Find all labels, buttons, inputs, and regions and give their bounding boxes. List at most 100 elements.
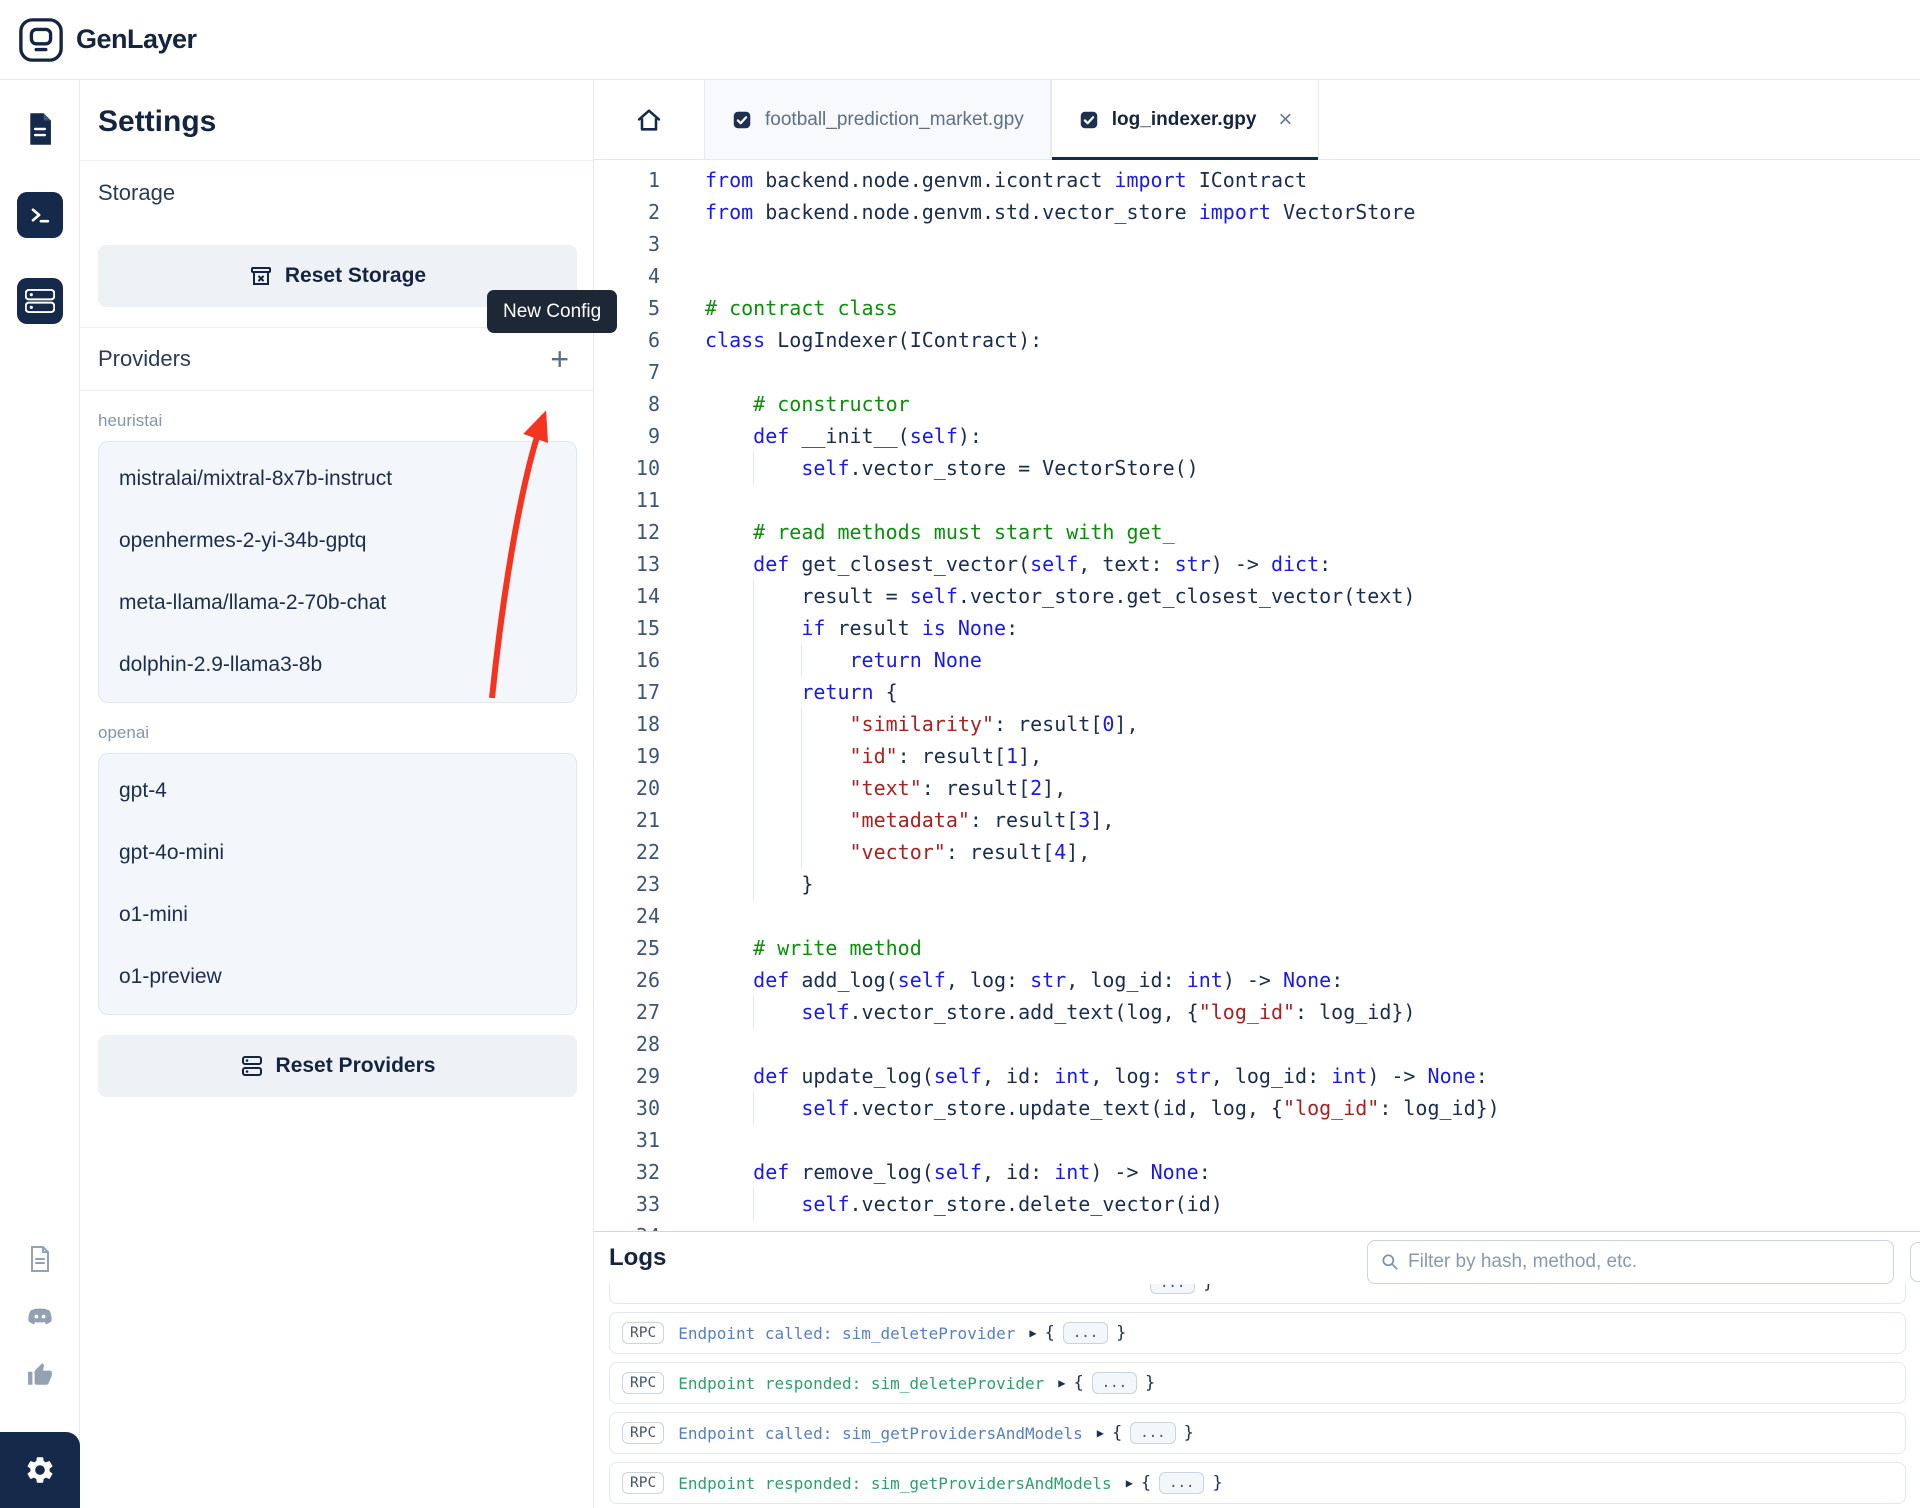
code-token: return [850, 648, 922, 672]
line-number: 30 [594, 1092, 660, 1124]
code-line: 12 # read methods must start with get_ [594, 516, 1920, 548]
discord-button[interactable] [25, 1302, 55, 1332]
log-entry[interactable]: RPCEndpoint called: sim_getProvidersAndM… [609, 1412, 1906, 1454]
code-token: : result[ [898, 744, 1006, 768]
close-tab-icon[interactable]: × [1278, 108, 1292, 132]
line-number: 13 [594, 548, 660, 580]
expand-caret-icon[interactable]: ▶ [1029, 1326, 1036, 1340]
code-token [705, 424, 753, 448]
code-token: None [1151, 1160, 1199, 1184]
ellipsis-chip[interactable]: ... [1150, 1284, 1195, 1294]
ellipsis-chip[interactable]: ... [1130, 1422, 1175, 1444]
line-number: 25 [594, 932, 660, 964]
logs-panel: Logs ...}RPCEndpoint called: [594, 1231, 1920, 1508]
log-entry[interactable]: RPCEndpoint responded: sim_getProvidersA… [609, 1462, 1906, 1504]
expand-caret-icon[interactable]: ▶ [1058, 1376, 1065, 1390]
feedback-button[interactable] [25, 1360, 55, 1390]
opening-brace: { [1045, 1323, 1055, 1343]
provider-model-item[interactable]: o1-preview [99, 946, 576, 1008]
line-number: 17 [594, 676, 660, 708]
ellipsis-chip[interactable]: ... [1063, 1322, 1108, 1344]
provider-model-item[interactable]: gpt-4o-mini [99, 822, 576, 884]
home-tab-button[interactable] [594, 80, 704, 159]
code-token: is [922, 616, 946, 640]
indent-guide [753, 644, 754, 676]
line-number: 3 [594, 228, 660, 260]
provider-model-item[interactable]: meta-llama/llama-2-70b-chat [99, 572, 576, 634]
code-token: ], [1090, 808, 1114, 832]
log-filter-input[interactable] [1408, 1251, 1881, 1273]
storage-nav-button[interactable] [17, 278, 63, 324]
expand-caret-icon[interactable]: ▶ [1126, 1476, 1133, 1490]
contracts-nav-button[interactable] [17, 106, 63, 152]
code-token: "log_id" [1199, 1000, 1295, 1024]
code-token: 4 [1054, 840, 1066, 864]
provider-group-label: openai [98, 723, 577, 743]
code-token: update_log( [789, 1064, 934, 1088]
ellipsis-chip[interactable]: ... [1092, 1372, 1137, 1394]
thumbs-up-icon [27, 1362, 53, 1388]
code-token: .vector_store.delete_vector(id) [850, 1192, 1223, 1216]
brand[interactable]: GenLayer [18, 17, 197, 63]
code-token: 3 [1078, 808, 1090, 832]
terminal-nav-button[interactable] [17, 192, 63, 238]
docs-button[interactable] [25, 1244, 55, 1274]
divider [80, 160, 593, 161]
ellipsis-chip[interactable]: ... [1159, 1472, 1204, 1494]
code-line: 7 [594, 356, 1920, 388]
add-provider-button[interactable]: + [542, 343, 577, 375]
expand-caret-icon[interactable]: ▶ [1097, 1426, 1104, 1440]
file-check-icon [731, 109, 753, 131]
code-token: self [934, 1064, 982, 1088]
tab-bar: football_prediction_market.gpy log_index… [594, 80, 1920, 160]
sort-logs-button[interactable] [1910, 1242, 1920, 1282]
code-line: 15 if result is None: [594, 612, 1920, 644]
code-editor[interactable]: 1from backend.node.genvm.icontract impor… [594, 160, 1920, 1231]
reset-providers-label: Reset Providers [276, 1054, 436, 1078]
provider-model-item[interactable]: gpt-4 [99, 760, 576, 822]
editor-workspace: football_prediction_market.gpy log_index… [594, 80, 1920, 1508]
storage-section-label: Storage [98, 179, 577, 207]
indent-guide [801, 804, 802, 836]
code-token: .vector_store = VectorStore() [850, 456, 1199, 480]
line-number: 26 [594, 964, 660, 996]
code-line: 17 return { [594, 676, 1920, 708]
tab-label: log_indexer.gpy [1112, 109, 1257, 131]
settings-title: Settings [98, 104, 577, 140]
provider-model-item[interactable]: o1-mini [99, 884, 576, 946]
code-line: 3 [594, 228, 1920, 260]
indent-guide [753, 612, 754, 644]
code-token: , log: [946, 968, 1030, 992]
code-token: def [753, 1064, 789, 1088]
editor-tab[interactable]: football_prediction_market.gpy [704, 80, 1051, 159]
code-line: 16 return None [594, 644, 1920, 676]
indent-guide [753, 996, 754, 1028]
indent-guide [801, 740, 802, 772]
reset-providers-button[interactable]: Reset Providers [98, 1035, 577, 1097]
log-entry[interactable]: RPCEndpoint responded: sim_deleteProvide… [609, 1362, 1906, 1404]
code-token: : log_id}) [1295, 1000, 1415, 1024]
main-row: Settings Storage Reset Storage Providers… [0, 80, 1920, 1508]
code-line: 11 [594, 484, 1920, 516]
provider-model-item[interactable]: dolphin-2.9-llama3-8b [99, 634, 576, 696]
code-line: 32 def remove_log(self, id: int) -> None… [594, 1156, 1920, 1188]
code-token: backend.node.genvm.std.vector_store [753, 200, 1199, 224]
settings-nav-button[interactable] [0, 1432, 80, 1508]
editor-tab[interactable]: log_indexer.gpy × [1051, 80, 1320, 159]
code-token: "id" [850, 744, 898, 768]
closing-brace: } [1116, 1323, 1126, 1343]
log-entry[interactable]: ...} [609, 1284, 1906, 1304]
indent-guide [753, 836, 754, 868]
indent-guide [801, 708, 802, 740]
code-token: from [705, 200, 753, 224]
code-token [705, 552, 753, 576]
provider-model-item[interactable]: openhermes-2-yi-34b-gptq [99, 510, 576, 572]
code-token: # write method [753, 936, 922, 960]
rpc-badge: RPC [622, 1472, 664, 1494]
provider-model-item[interactable]: mistralai/mixtral-8x7b-instruct [99, 448, 576, 510]
log-entry[interactable]: RPCEndpoint called: sim_deleteProvider▶{… [609, 1312, 1906, 1354]
code-token: : [1476, 1064, 1488, 1088]
indent-guide [753, 708, 754, 740]
line-number: 19 [594, 740, 660, 772]
code-token [705, 936, 753, 960]
